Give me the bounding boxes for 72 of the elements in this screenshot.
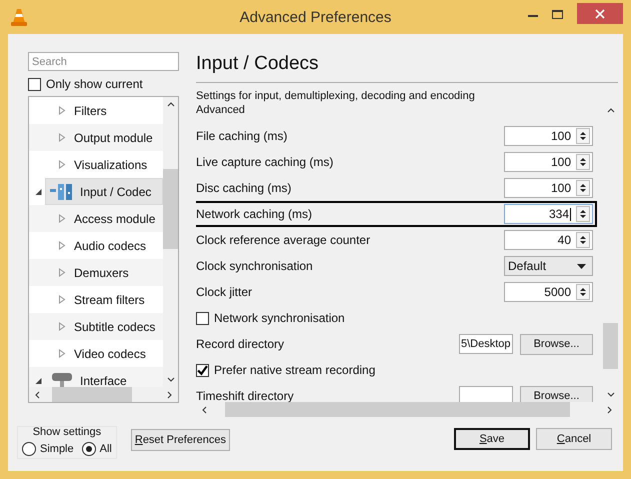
search-field[interactable]: Search [28,52,179,71]
horizontal-scrollbar[interactable] [29,387,178,402]
scroll-thumb[interactable] [163,169,178,249]
remote-icon [50,370,74,387]
window-title: Advanced Preferences [240,8,392,26]
checkbox-label: Only show current [46,77,143,91]
scroll-thumb[interactable] [603,323,618,369]
vertical-scrollbar[interactable] [163,97,178,387]
scroll-right-icon[interactable] [167,390,172,398]
checkbox[interactable] [28,78,41,90]
group-title: Show settings [32,426,102,438]
directory-field[interactable]: 5\Desktop [459,334,513,354]
setting-label: Record directory [196,337,284,351]
dialog-button[interactable]: Cancel [536,428,612,450]
setting-label: Clock reference average counter [196,233,370,247]
setting-label: Clock jitter [196,285,252,299]
spin-arrows-icon[interactable] [576,284,590,300]
spin-box[interactable]: 100 [504,152,593,172]
close-button[interactable] [577,3,623,24]
spin-arrows-icon[interactable] [576,232,590,248]
scroll-thumb[interactable] [52,387,132,402]
tree-item[interactable]: Video codecs [74,346,146,360]
panel-title: Input / Codecs [196,52,320,76]
spin-arrows-icon[interactable] [576,180,590,196]
checkbox-label: Network synchronisation [214,311,345,325]
setting-label: Clock synchronisation [196,259,313,273]
traffic-cone-icon [11,8,27,26]
spin-box[interactable]: 100 [504,178,593,198]
radio-button[interactable] [22,442,36,456]
dialog-button[interactable]: Reset Preferences [130,429,230,451]
radio-label: All [100,443,112,455]
scroll-right-icon[interactable] [607,406,612,414]
dialog-button[interactable]: Save [454,428,530,450]
browse-button[interactable]: Browse... [520,334,593,354]
tree-item[interactable]: Stream filters [74,292,145,306]
scroll-down-icon[interactable] [166,377,174,382]
spin-box[interactable]: 334 [504,204,593,224]
tree-item[interactable]: Filters [74,104,107,118]
minimize-icon[interactable] [528,14,538,17]
setting-label: Disc caching (ms) [196,181,292,195]
checkbox[interactable] [196,364,209,376]
checkbox[interactable] [196,312,209,324]
scroll-up-icon[interactable] [606,108,614,113]
spin-arrows-icon[interactable] [576,206,590,222]
setting-label: Live capture caching (ms) [196,155,334,169]
spin-box[interactable]: 40 [504,230,593,250]
radio-label: Simple [40,443,74,455]
spin-box[interactable]: 100 [504,126,593,146]
directory-field[interactable] [459,386,513,402]
scroll-down-icon[interactable] [606,392,614,397]
browse-button[interactable]: Browse... [520,386,593,402]
panel-description: Settings for input, demultiplexing, decoding and encoding [196,89,476,103]
codec-icon [50,182,74,202]
scroll-thumb[interactable] [225,402,570,417]
setting-label: Network caching (ms) [196,207,312,221]
dropdown-arrow-icon [577,264,586,268]
close-icon [595,8,605,18]
maximize-icon[interactable] [552,10,563,19]
checkbox-label: Prefer native stream recording [214,363,376,377]
radio-button[interactable] [82,442,96,456]
scroll-left-icon[interactable] [202,406,207,414]
tree-item[interactable]: Input / Codec [45,178,163,205]
spin-arrows-icon[interactable] [576,128,590,144]
spin-box[interactable]: 5000 [504,282,593,302]
dropdown[interactable]: Default [504,256,593,276]
tree-item[interactable]: Visualizations [74,158,148,172]
group-title: Advanced [196,103,246,118]
setting-label: File caching (ms) [196,129,288,143]
scroll-left-icon[interactable] [35,390,40,398]
spin-arrows-icon[interactable] [576,154,590,170]
tree-item[interactable]: Audio codecs [74,238,146,252]
scroll-up-icon[interactable] [166,102,174,107]
